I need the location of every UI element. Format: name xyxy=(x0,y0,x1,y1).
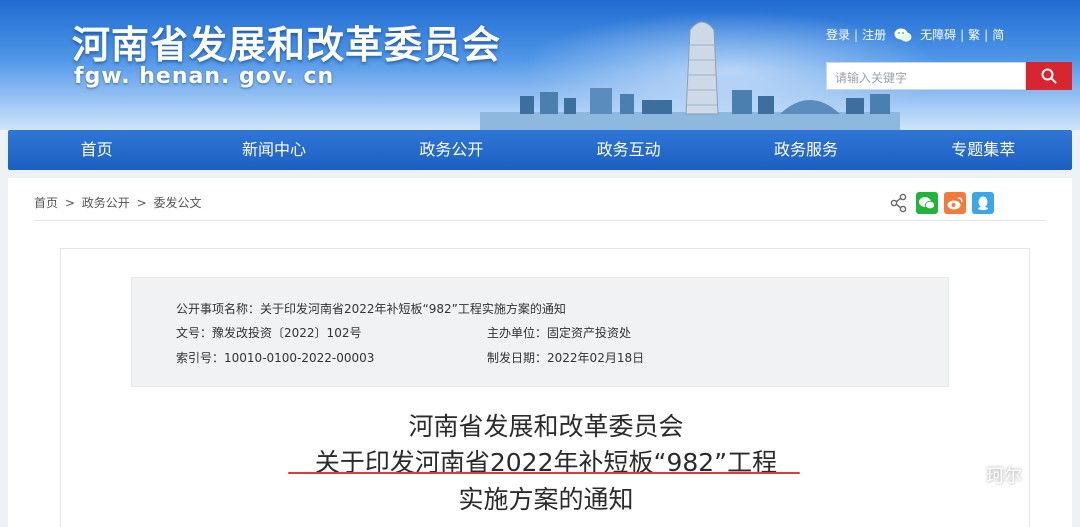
site-header: 河南省发展和改革委员会 fgw. henan. gov. cn 登录 | 注册 … xyxy=(0,0,1080,130)
breadcrumb-committee-docs[interactable]: 委发公文 xyxy=(153,196,201,210)
site-domain: fgw. henan. gov. cn xyxy=(74,64,335,89)
search-icon xyxy=(1041,68,1057,84)
top-links: 登录 | 注册 无障碍 | 繁 | 简 xyxy=(826,26,1004,43)
meta-issue-date-label: 制发日期： xyxy=(487,351,548,365)
meta-item-name-label: 公开事项名称： xyxy=(176,302,261,316)
separator: | xyxy=(960,27,965,42)
breadcrumb-separator: > xyxy=(136,196,147,210)
document-title-line-1: 河南省发展和改革委员会 xyxy=(408,412,684,441)
share-bar xyxy=(888,192,994,214)
wechat-share-button[interactable] xyxy=(916,192,938,214)
meta-host-unit-value: 固定资产投资处 xyxy=(547,326,632,340)
search-button[interactable] xyxy=(1026,62,1072,90)
share-icon[interactable] xyxy=(888,192,910,214)
meta-doc-no: 文号：豫发改投资〔2022〕102号 xyxy=(176,324,361,341)
wechat-watermark-icon xyxy=(951,463,979,486)
article-area: 公开事项名称：关于印发河南省2022年补短板“982”工程实施方案的通知 文号：… xyxy=(60,248,1030,527)
nav-item-news[interactable]: 新闻中心 xyxy=(185,130,362,170)
traditional-chinese-link[interactable]: 繁 xyxy=(968,26,980,43)
breadcrumb-gov-disclosure[interactable]: 政务公开 xyxy=(82,196,130,210)
meta-host-unit: 主办单位：固定资产投资处 xyxy=(487,324,631,341)
qq-share-icon xyxy=(978,196,988,211)
breadcrumb: 首页 > 政务公开 > 委发公文 xyxy=(34,194,204,211)
content-panel: 首页 > 政务公开 > 委发公文 公开事项名称：关于印发河南省2022年补短板“… xyxy=(8,178,1072,527)
meta-doc-no-label: 文号： xyxy=(176,326,213,340)
meta-index-no: 索引号：10010-0100-2022-00003 xyxy=(176,349,374,366)
search-input[interactable]: 请输入关键字 xyxy=(826,62,1026,90)
wechat-share-icon xyxy=(919,197,935,210)
meta-doc-no-value: 豫发改投资〔2022〕102号 xyxy=(212,326,362,340)
nav-item-gov-service[interactable]: 政务服务 xyxy=(717,130,894,170)
red-highlight-underline xyxy=(288,472,800,474)
document-title-line-3: 实施方案的通知 xyxy=(458,485,634,514)
meta-issue-date: 制发日期：2022年02月18日 xyxy=(487,349,644,366)
watermark-text: 珂尔 xyxy=(986,466,1022,487)
breadcrumb-separator: > xyxy=(64,196,75,210)
separator: | xyxy=(854,27,859,42)
simplified-chinese-link[interactable]: 简 xyxy=(992,26,1004,43)
weibo-share-icon xyxy=(947,197,963,210)
meta-index-no-value: 10010-0100-2022-00003 xyxy=(224,351,375,365)
wechat-watermark: 珂尔 xyxy=(950,462,1022,488)
site-title[interactable]: 河南省发展和改革委员会 xyxy=(72,14,501,69)
main-nav: 首页 新闻中心 政务公开 政务互动 政务服务 专题集萃 xyxy=(8,130,1072,170)
meta-item-name-value: 关于印发河南省2022年补短板“982”工程实施方案的通知 xyxy=(260,302,566,316)
separator: | xyxy=(984,27,989,42)
nav-item-gov-disclosure[interactable]: 政务公开 xyxy=(363,130,540,170)
login-link[interactable]: 登录 xyxy=(826,26,850,43)
wechat-icon[interactable] xyxy=(894,27,912,43)
nav-item-gov-interaction[interactable]: 政务互动 xyxy=(540,130,717,170)
disclosure-meta-box: 公开事项名称：关于印发河南省2022年补短板“982”工程实施方案的通知 文号：… xyxy=(131,277,949,387)
qq-share-button[interactable] xyxy=(972,192,994,214)
meta-issue-date-value: 2022年02月18日 xyxy=(547,351,645,365)
meta-index-no-label: 索引号： xyxy=(176,351,225,365)
accessibility-link[interactable]: 无障碍 xyxy=(920,26,956,43)
nav-item-topics[interactable]: 专题集萃 xyxy=(895,130,1072,170)
register-link[interactable]: 注册 xyxy=(862,26,886,43)
meta-item-name: 公开事项名称：关于印发河南省2022年补短板“982”工程实施方案的通知 xyxy=(176,300,566,317)
nav-item-home[interactable]: 首页 xyxy=(8,130,185,170)
breadcrumb-divider xyxy=(34,220,1046,221)
meta-host-unit-label: 主办单位： xyxy=(487,326,548,340)
weibo-share-button[interactable] xyxy=(944,192,966,214)
breadcrumb-home[interactable]: 首页 xyxy=(34,196,58,210)
